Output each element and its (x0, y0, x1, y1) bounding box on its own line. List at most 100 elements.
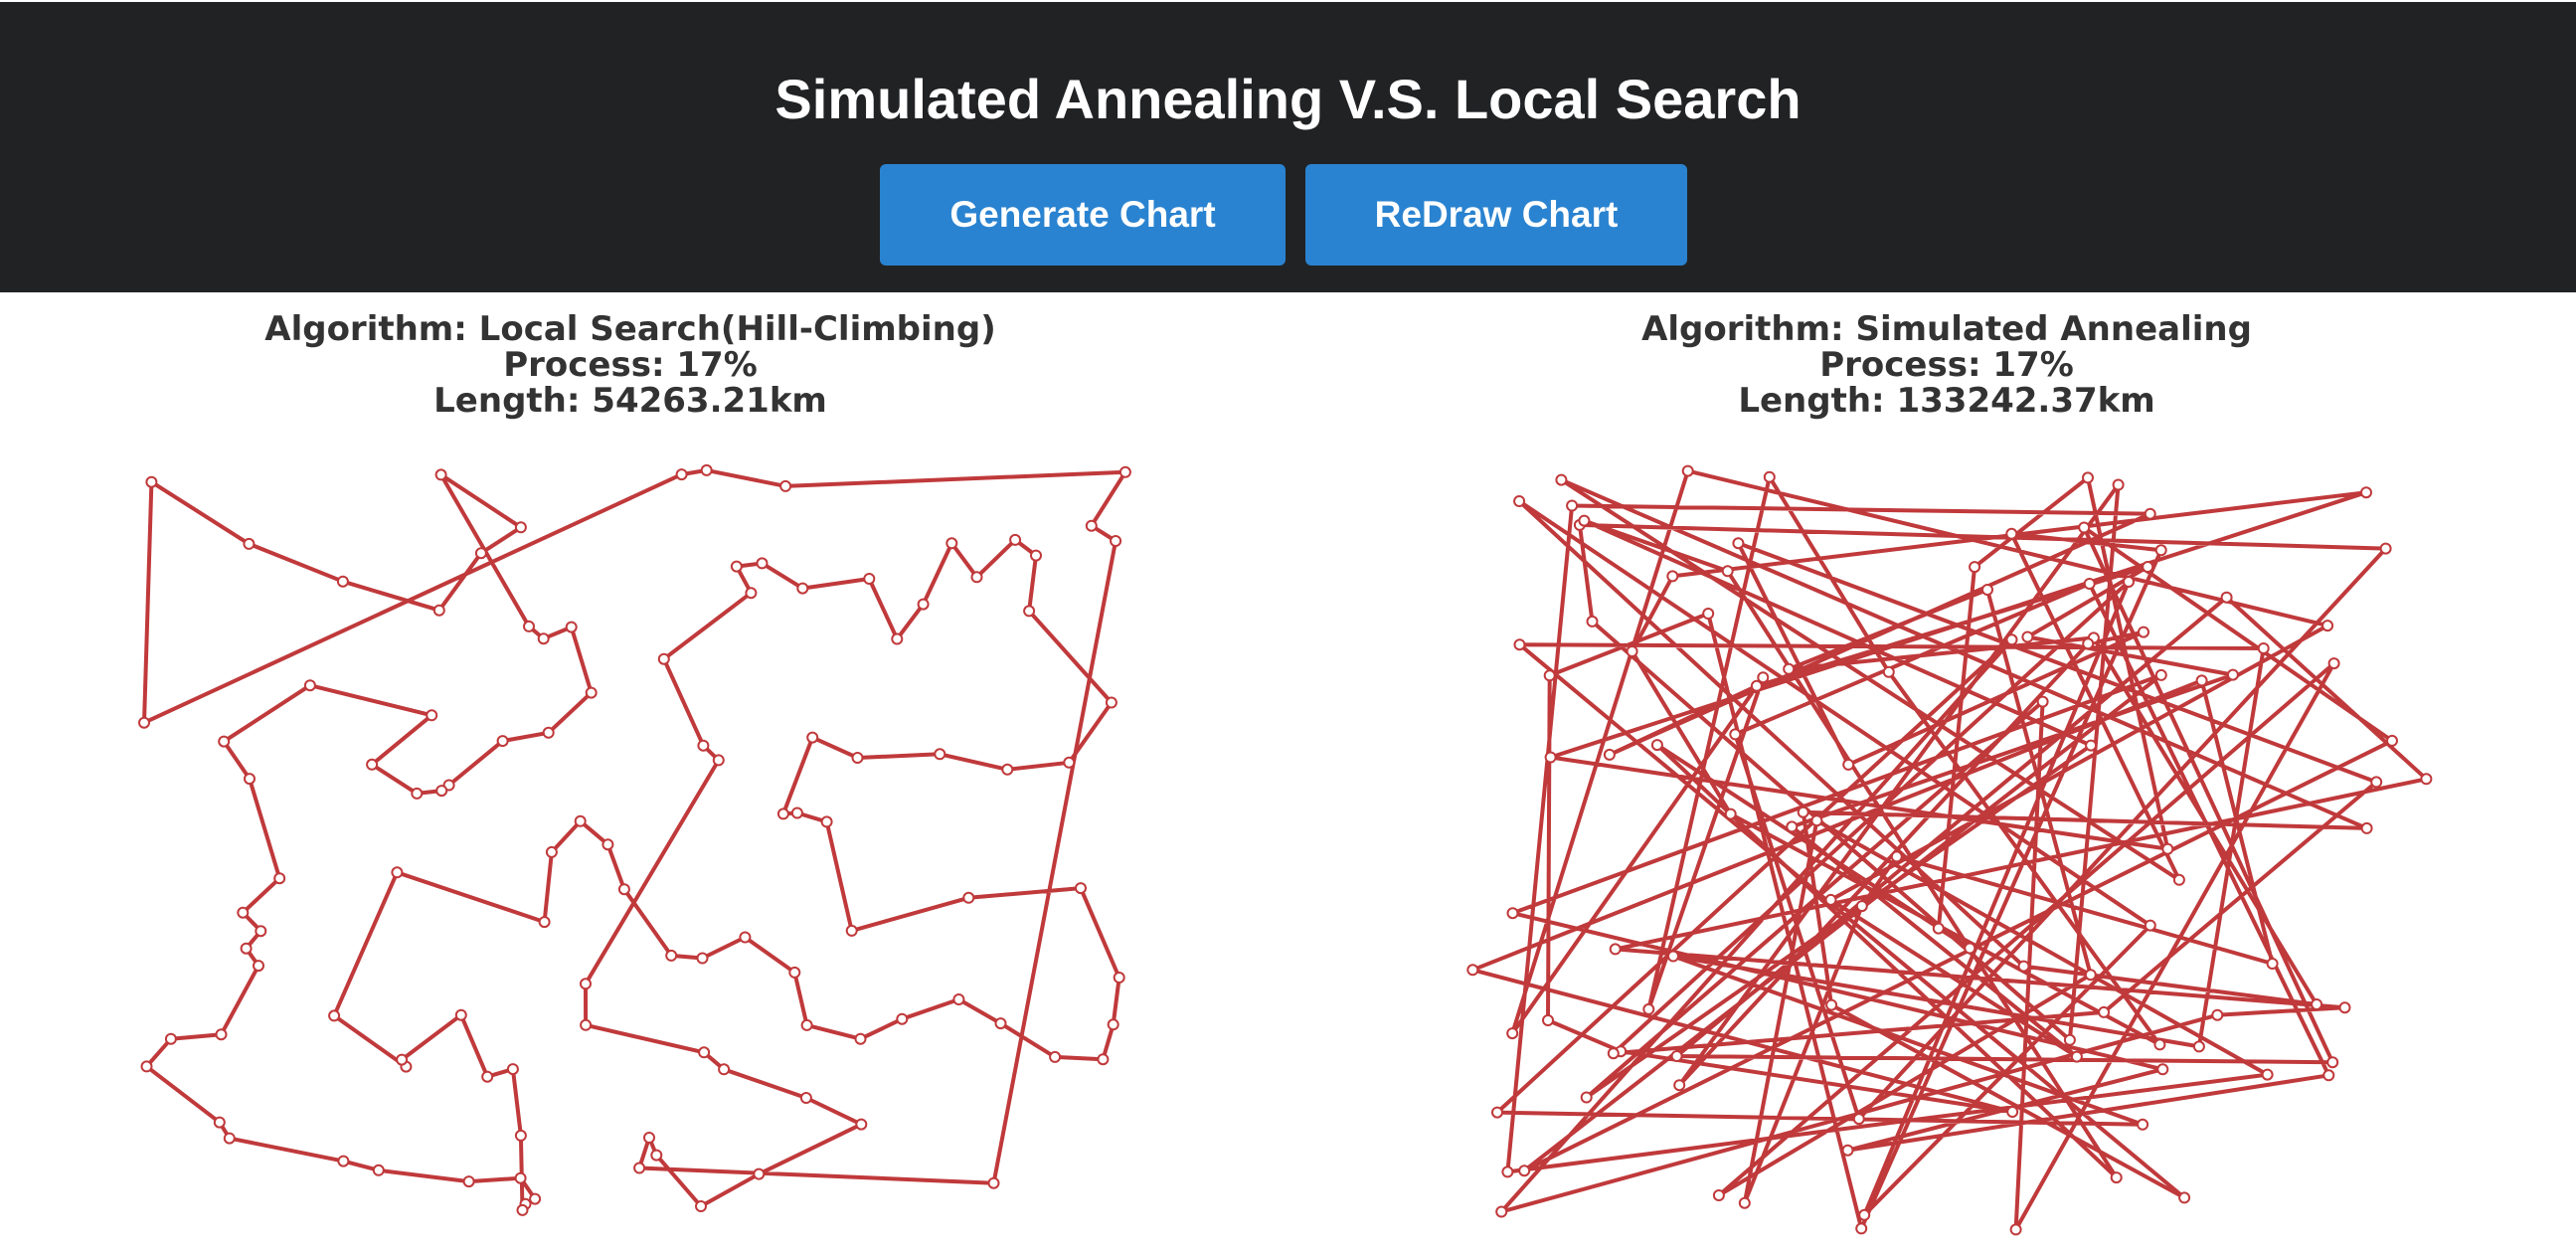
city-point (434, 468, 447, 481)
city-point (2172, 873, 2185, 886)
city-point (529, 1192, 542, 1205)
city-point (1855, 1222, 1868, 1235)
city-point (537, 632, 550, 645)
city-point (934, 748, 946, 761)
city-point (1586, 615, 1599, 628)
length-label: Length: 133242.37km (1738, 381, 2155, 421)
city-point (1738, 1196, 1751, 1209)
city-point (1666, 570, 1679, 583)
city-point (633, 1162, 646, 1174)
city-point (2083, 578, 2096, 590)
simulated-annealing-route-chart (1466, 464, 2433, 1236)
city-point (796, 582, 809, 595)
city-point (1932, 922, 1945, 935)
city-point (2005, 527, 2018, 540)
city-point (2360, 821, 2373, 834)
city-point (574, 814, 587, 827)
city-point (1650, 739, 1663, 752)
city-point (1855, 900, 1868, 913)
city-point (1097, 1053, 1110, 1066)
city-point (2261, 1068, 2274, 1081)
city-point (1964, 942, 1976, 955)
city-point (1786, 820, 1799, 833)
city-point (1609, 943, 1622, 956)
city-point (462, 1175, 475, 1188)
city-point (2327, 657, 2340, 670)
city-point (788, 966, 801, 979)
city-point (2078, 521, 2091, 534)
city-point (1107, 1018, 1119, 1031)
city-point (2005, 633, 2018, 646)
city-point (223, 1132, 236, 1145)
city-point (1049, 1050, 1062, 1063)
city-point (2257, 642, 2270, 654)
city-point (2082, 637, 2095, 650)
city-point (2220, 591, 2233, 604)
city-point (1001, 763, 1014, 776)
city-point (695, 1200, 707, 1212)
city-point (1491, 1106, 1503, 1119)
process-label: Process: 17% (1819, 345, 2074, 385)
city-point (1712, 1189, 1725, 1201)
city-point (244, 773, 256, 786)
city-point (2156, 1063, 2169, 1076)
city-point (1642, 1002, 1655, 1015)
city-point (2322, 1069, 2335, 1082)
length-label: Length: 54263.21km (433, 381, 827, 421)
city-point (1580, 1091, 1593, 1104)
redraw-chart-button[interactable]: ReDraw Chart (1305, 164, 1687, 266)
city-point (138, 716, 150, 729)
city-point (435, 785, 448, 798)
city-point (474, 547, 487, 560)
city-point (1566, 499, 1579, 512)
city-point (1757, 671, 1770, 684)
city-point (2153, 1038, 2166, 1051)
city-point (2110, 1171, 2123, 1184)
city-point (1030, 549, 1042, 562)
city-point (650, 1149, 663, 1162)
city-point (1667, 950, 1679, 963)
city-point (952, 993, 965, 1005)
city-point (1841, 1144, 1854, 1157)
city-point (2321, 620, 2334, 632)
city-point (2017, 960, 2030, 973)
city-point (799, 1092, 812, 1104)
city-point (917, 598, 930, 611)
city-point (372, 1164, 385, 1176)
city-point (585, 686, 598, 699)
city-point (1495, 1205, 1508, 1218)
city-point (854, 1032, 867, 1045)
city-point (1724, 807, 1737, 820)
city-point (426, 709, 438, 722)
city-point (2036, 695, 2049, 708)
city-point (675, 468, 688, 481)
city-point (1466, 964, 1479, 977)
city-point (1542, 1014, 1554, 1026)
city-point (213, 1116, 226, 1129)
city-point (730, 560, 743, 573)
city-point (2226, 668, 2239, 681)
city-point (523, 620, 535, 632)
city-point (2154, 668, 2167, 681)
generate-chart-button[interactable]: Generate Chart (880, 164, 1286, 266)
city-point (1721, 565, 1734, 578)
city-point (240, 942, 253, 955)
city-point (411, 787, 424, 800)
page-title: Simulated Annealing V.S. Local Search (774, 68, 1802, 130)
city-point (218, 735, 231, 748)
city-point (2326, 1056, 2339, 1069)
city-point (215, 1028, 228, 1041)
city-point (2070, 1050, 2083, 1063)
city-point (1105, 696, 1117, 709)
city-point (698, 1046, 711, 1059)
city-point (1607, 1047, 1620, 1060)
city-point (1543, 669, 1556, 682)
city-point (1681, 464, 1694, 477)
city-point (2195, 674, 2208, 687)
city-point (753, 1167, 766, 1180)
city-point (454, 1008, 467, 1021)
local-search-route-chart (138, 463, 1131, 1216)
city-point (665, 949, 678, 962)
city-point (696, 952, 709, 965)
algorithm-label: Algorithm: Local Search(Hill-Climbing) (264, 309, 996, 349)
